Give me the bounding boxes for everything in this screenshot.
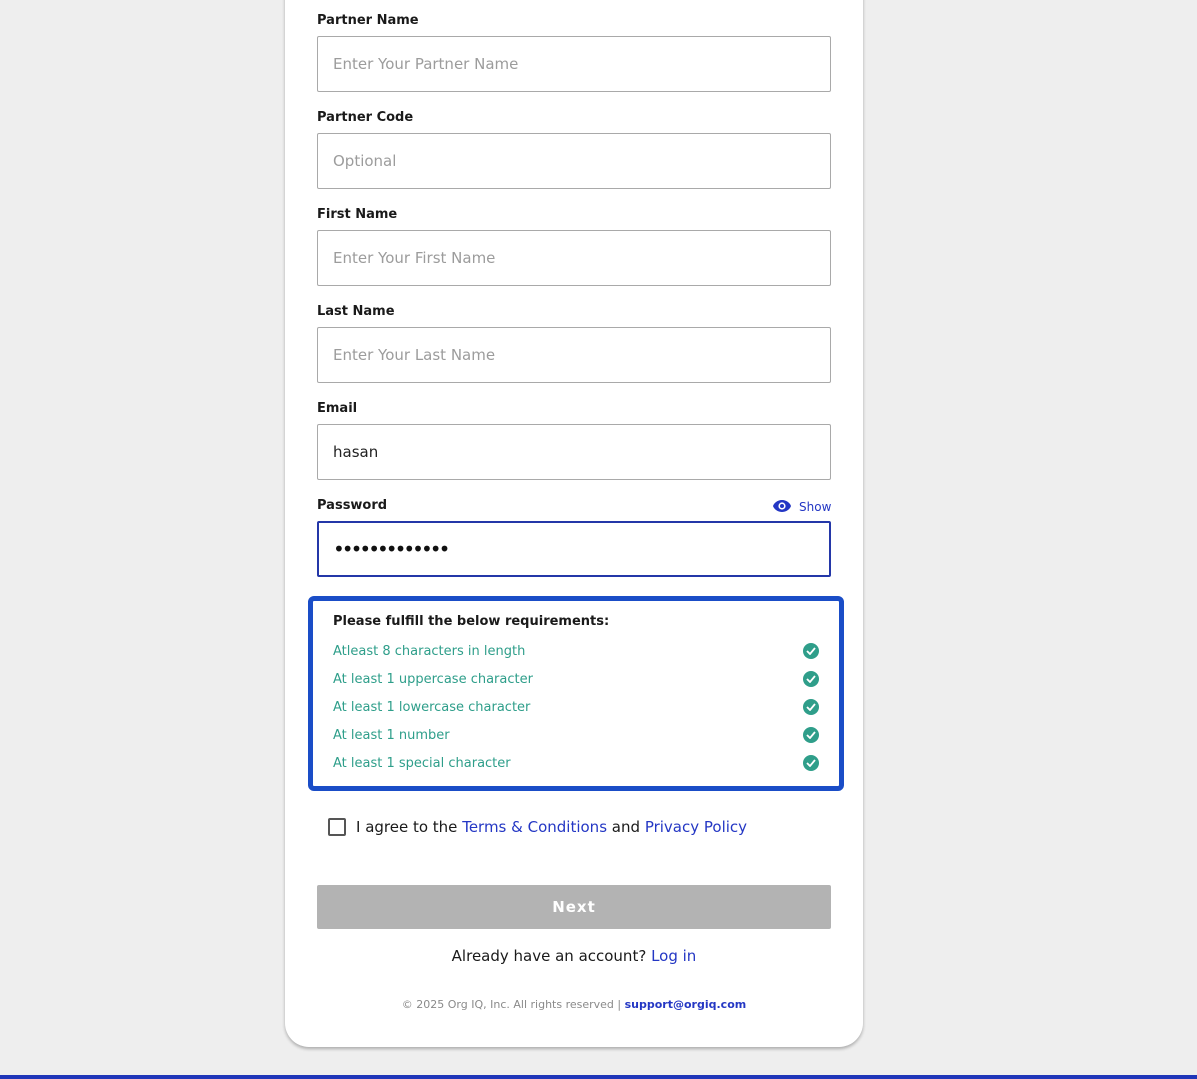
footer: © 2025 Org IQ, Inc. All rights reserved … (317, 998, 831, 1011)
password-input[interactable] (317, 521, 831, 577)
check-circle-icon (803, 727, 819, 743)
check-circle-icon (803, 755, 819, 771)
first-name-label: First Name (317, 207, 398, 222)
agreement-conjunction: and (611, 818, 641, 836)
check-circle-icon (803, 699, 819, 715)
requirement-item: At least 1 uppercase character (333, 669, 819, 689)
email-input[interactable] (317, 424, 831, 480)
requirement-text: At least 1 special character (333, 755, 511, 771)
requirement-text: At least 1 uppercase character (333, 671, 533, 687)
requirement-item: At least 1 number (333, 725, 819, 745)
agreement-prefix: I agree to the (356, 818, 458, 836)
check-circle-icon (803, 671, 819, 687)
partner-name-label: Partner Name (317, 13, 419, 28)
show-password-label: Show (799, 500, 832, 514)
check-circle-icon (803, 643, 819, 659)
login-link[interactable]: Log in (651, 947, 696, 965)
requirement-text: At least 1 number (333, 727, 450, 743)
show-password-toggle[interactable]: Show (772, 498, 831, 516)
login-prompt: Already have an account? Log in (317, 947, 831, 965)
first-name-input[interactable] (317, 230, 831, 286)
bottom-accent-bar (0, 1075, 1197, 1079)
last-name-input[interactable] (317, 327, 831, 383)
terms-link[interactable]: Terms & Conditions (462, 818, 607, 836)
last-name-label: Last Name (317, 304, 395, 319)
privacy-link[interactable]: Privacy Policy (645, 818, 747, 836)
requirement-item: At least 1 lowercase character (333, 697, 819, 717)
requirement-item: At least 1 special character (333, 753, 819, 773)
have-account-text: Already have an account? (451, 947, 647, 965)
terms-checkbox[interactable] (328, 818, 346, 836)
terms-agreement-text: I agree to the Terms & Conditions and Pr… (356, 818, 747, 836)
copyright-text: © 2025 Org IQ, Inc. All rights reserved … (401, 998, 622, 1011)
support-email-link[interactable]: support@orgiq.com (625, 998, 747, 1011)
next-button[interactable]: Next (317, 885, 831, 929)
requirement-item: Atleast 8 characters in length (333, 641, 819, 661)
requirements-title: Please fulfill the below requirements: (333, 614, 610, 629)
eye-icon (772, 498, 792, 517)
partner-code-input[interactable] (317, 133, 831, 189)
password-requirements-panel: Please fulfill the below requirements: A… (308, 596, 844, 791)
partner-name-input[interactable] (317, 36, 831, 92)
terms-agreement: I agree to the Terms & Conditions and Pr… (328, 818, 747, 836)
email-label: Email (317, 401, 358, 416)
partner-code-label: Partner Code (317, 110, 414, 125)
requirement-text: Atleast 8 characters in length (333, 643, 526, 659)
password-label: Password (317, 498, 388, 513)
requirement-text: At least 1 lowercase character (333, 699, 531, 715)
